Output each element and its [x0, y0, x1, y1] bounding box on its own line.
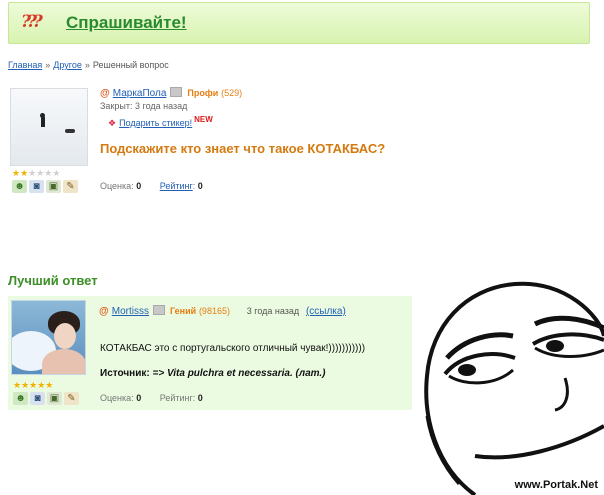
source-label: Источник:	[100, 368, 150, 379]
answer-votes: Оценка: 0 Рейтинг: 0	[100, 393, 203, 403]
ranking-value: 0	[197, 393, 203, 403]
video-icon[interactable]: ▣	[47, 392, 62, 405]
question-author-avatar[interactable]	[10, 88, 88, 166]
breadcrumb-separator: »	[84, 60, 90, 70]
question-votes: Оценка: 0 Рейтинг: 0	[100, 181, 203, 191]
answer-permalink[interactable]: (ссылка)	[306, 306, 346, 317]
answer-source: Источник: => Vita pulchra et necessaria.…	[100, 368, 326, 379]
answer-user-rank: Гений	[170, 306, 197, 316]
breadcrumb: Главная» Другое» Решенный вопрос	[8, 60, 169, 70]
answer-author-avatar[interactable]	[11, 300, 86, 375]
user-menu-icon[interactable]	[170, 87, 183, 97]
rating-label: Оценка:	[100, 393, 134, 403]
rating-value: 0	[136, 181, 142, 191]
answer-user-points: (98165)	[198, 306, 230, 316]
ranking-label: Рейтинг:	[159, 393, 196, 403]
site-header: ??? Спрашивайте!	[8, 2, 590, 44]
person-figure-icon	[40, 113, 45, 127]
pencil-icon[interactable]: ✎	[63, 180, 78, 193]
camera-icon[interactable]: ◙	[29, 180, 44, 193]
video-icon[interactable]: ▣	[46, 180, 61, 193]
answer-text: КОТАКБАС это с португальского отличный ч…	[100, 343, 366, 354]
breadcrumb-home-link[interactable]: Главная	[8, 60, 42, 70]
question-title: Подскажите кто знает что такое КОТАКБАС?	[100, 141, 386, 156]
question-author-stars: ★★★★★★	[12, 168, 61, 178]
new-badge: NEW	[194, 115, 213, 124]
smug-meme-face-icon	[424, 281, 604, 495]
source-value: => Vita pulchra et necessaria. (лат.)	[152, 368, 326, 379]
breadcrumb-separator: »	[45, 60, 51, 70]
question-author-actions: ☻ ◙ ▣ ✎	[12, 180, 78, 193]
best-answer-heading: Лучший ответ	[8, 273, 98, 288]
question-username-link[interactable]: МаркаПола	[113, 88, 167, 99]
gift-icon: ❖	[108, 118, 117, 128]
rating-label: Оценка:	[100, 181, 134, 191]
gift-sticker: ❖ Подарить стикер! NEW	[108, 115, 213, 129]
answer-time: 3 года назад	[246, 306, 300, 316]
question-user-line: @ МаркаПола Профи (529)	[100, 87, 242, 99]
question-user-rank: Профи	[187, 88, 219, 98]
gift-sticker-link[interactable]: Подарить стикер!	[119, 118, 192, 128]
camera-icon[interactable]: ◙	[30, 392, 45, 405]
at-icon: @	[99, 306, 109, 317]
at-icon: @	[100, 88, 110, 99]
site-title-link[interactable]: Спрашивайте!	[66, 13, 187, 33]
breadcrumb-other-link[interactable]: Другое	[53, 60, 82, 70]
watermark: www.Portak.Net	[512, 479, 600, 491]
answer-author-actions: ☻ ◙ ▣ ✎	[13, 392, 79, 405]
breadcrumb-current: Решенный вопрос	[92, 60, 169, 70]
ranking-value: 0	[197, 181, 203, 191]
question-marks-logo-icon[interactable]: ???	[21, 12, 43, 32]
user-menu-icon[interactable]	[153, 305, 165, 315]
rating-value: 0	[136, 393, 142, 403]
ranking-link[interactable]: Рейтинг	[160, 181, 193, 191]
person-add-icon[interactable]: ☻	[12, 180, 27, 193]
answer-user-line: @ Mortisss Гений (98165) 3 года назад (ссы…	[99, 305, 346, 317]
question-closed-time: Закрыт: 3 года назад	[100, 101, 188, 111]
answer-author-stars: ★★★★★	[13, 380, 54, 390]
dog-figure-icon	[65, 129, 75, 133]
question-user-points: (529)	[221, 88, 243, 98]
person-add-icon[interactable]: ☻	[13, 392, 28, 405]
answer-username-link[interactable]: Mortisss	[112, 306, 149, 317]
pencil-icon[interactable]: ✎	[64, 392, 79, 405]
